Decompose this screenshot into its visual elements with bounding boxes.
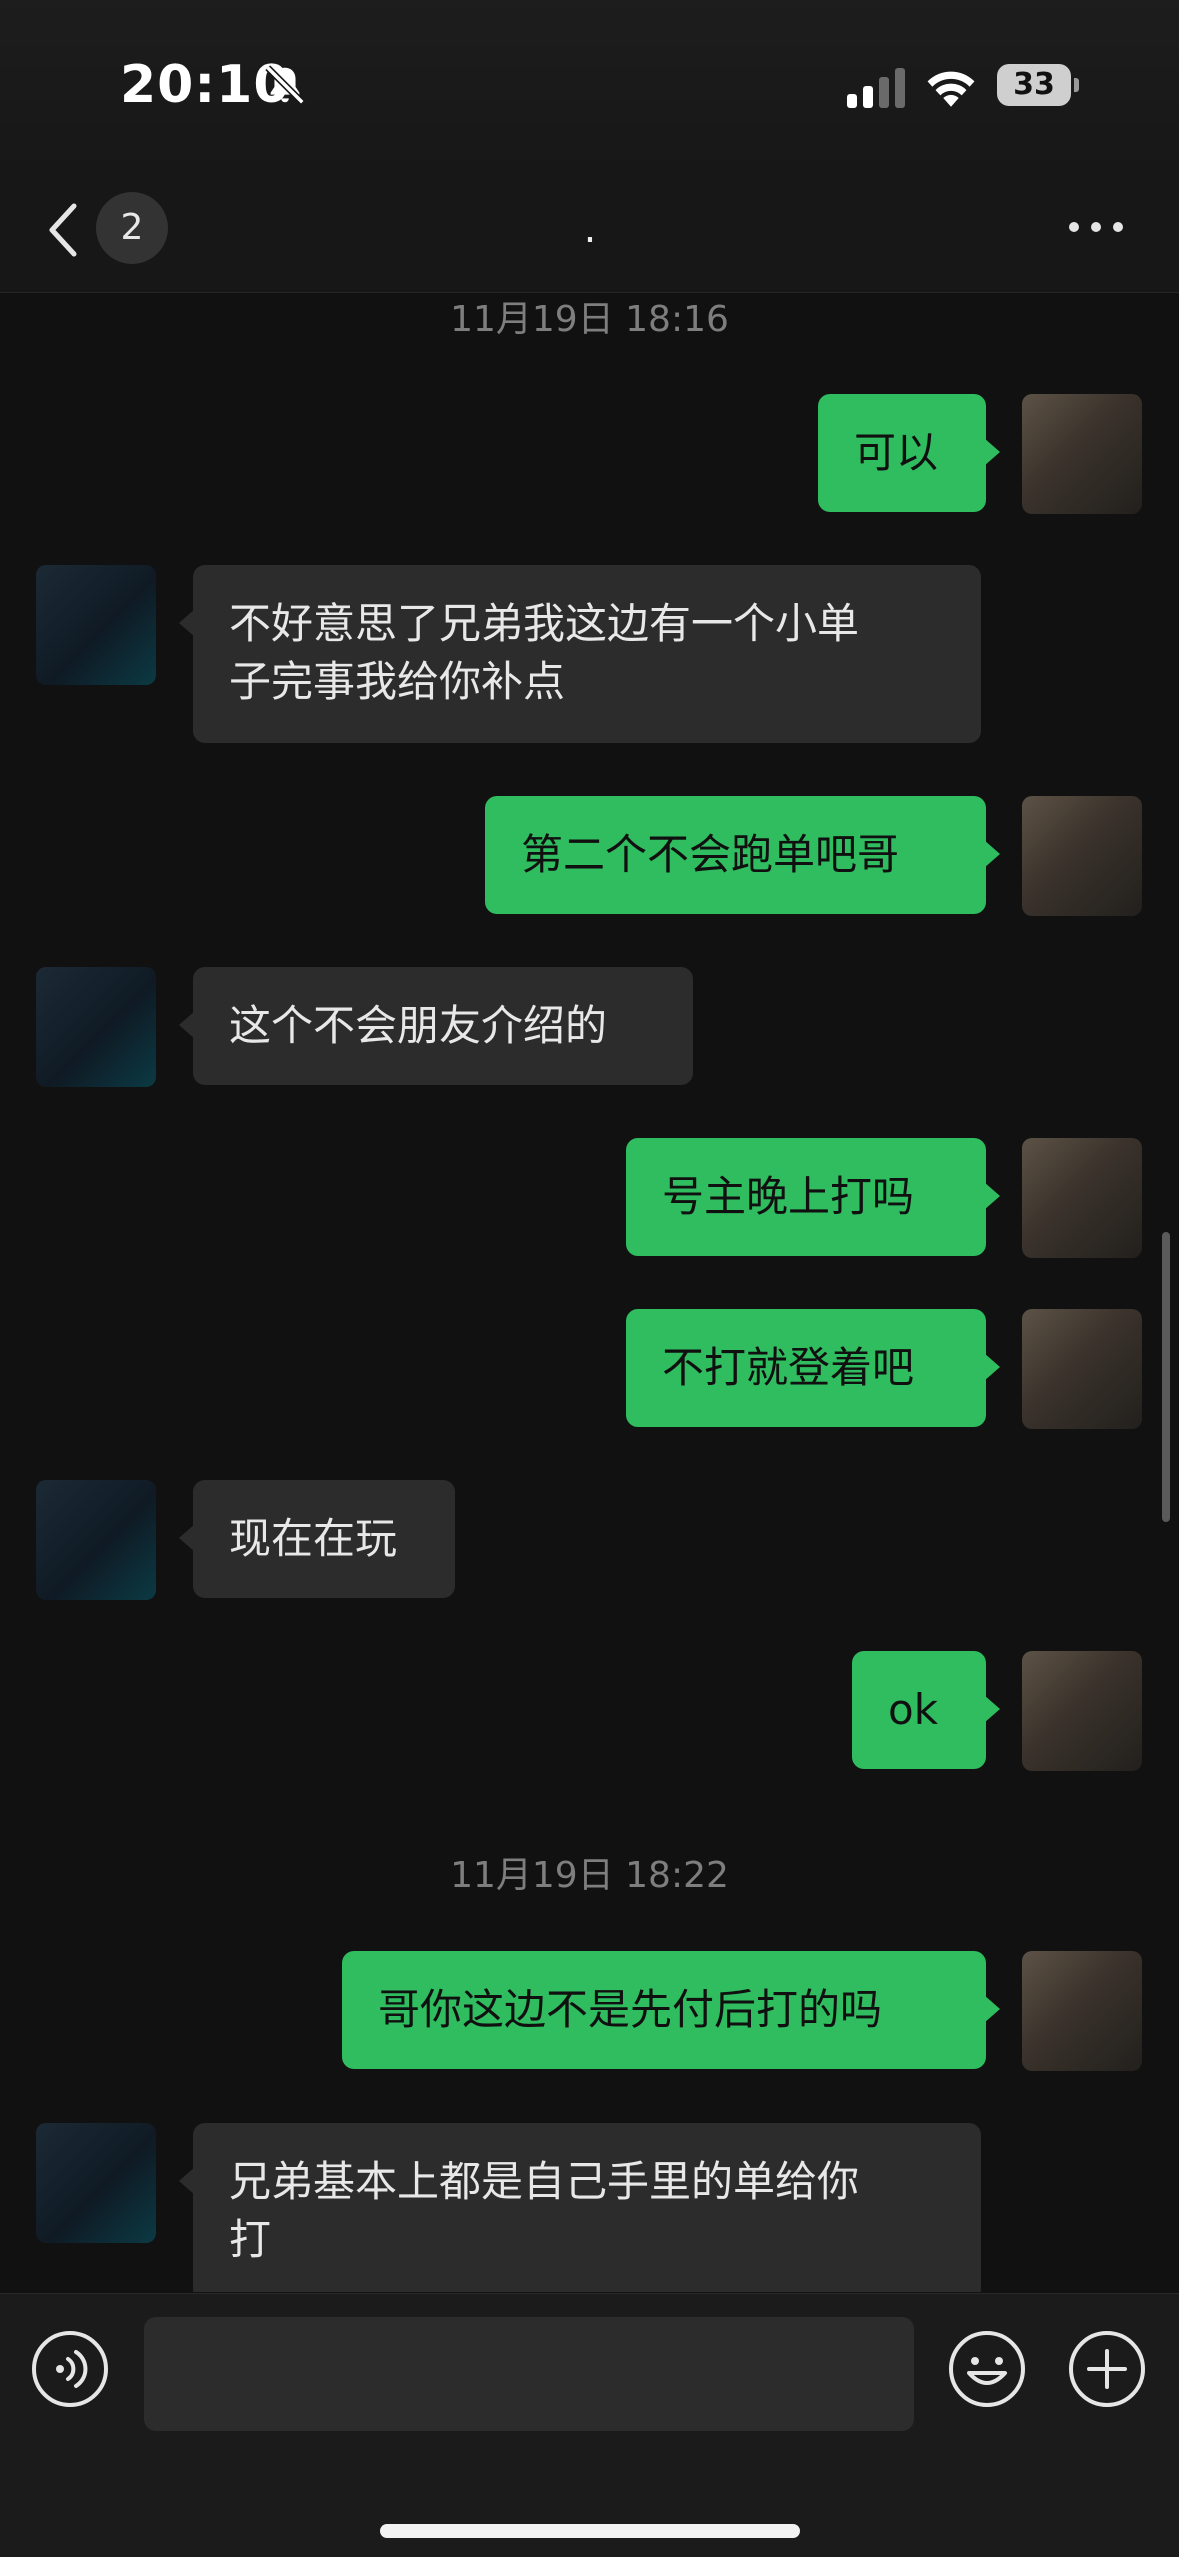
message-text: 哥你这边不是先付后打的吗 <box>378 1985 883 2034</box>
message-bubble-received[interactable]: 不好意思了兄弟我这边有一个小单 子完事我给你补点 <box>179 565 981 743</box>
message-bubble-sent[interactable]: 可以 <box>818 394 1000 512</box>
more-options-icon[interactable] <box>1066 214 1126 240</box>
message-text: 现在在玩 <box>229 1514 398 1563</box>
plus-icon[interactable] <box>1067 2329 1147 2409</box>
avatar-self[interactable] <box>1022 1138 1142 1258</box>
avatar-contact[interactable] <box>36 2123 156 2243</box>
timestamp: 11月19日 18:22 <box>450 1855 729 1896</box>
status-bar: 20:10 33 <box>0 0 1179 170</box>
message-bubble-sent[interactable]: ok <box>852 1651 1000 1769</box>
message-text: 第二个不会跑单吧哥 <box>521 830 900 879</box>
message-text: ok <box>888 1685 939 1734</box>
message-text: 不好意思了兄弟我这边有一个小单 <box>229 599 860 648</box>
message-text: 子完事我给你补点 <box>229 657 566 706</box>
home-indicator[interactable] <box>380 2524 800 2538</box>
battery-indicator: 33 <box>997 64 1079 108</box>
avatar-contact[interactable] <box>36 1480 156 1600</box>
chat-title: . <box>583 206 597 252</box>
avatar-contact[interactable] <box>36 565 156 685</box>
message-bubble-sent[interactable]: 号主晚上打吗 <box>626 1138 1000 1256</box>
back-chevron-icon[interactable] <box>40 200 90 260</box>
timestamp: 11月19日 18:16 <box>450 299 729 340</box>
voice-icon[interactable] <box>30 2329 110 2409</box>
message-text: 号主晚上打吗 <box>662 1172 915 1221</box>
input-bar <box>0 2293 1179 2557</box>
chat-header: 2 . <box>0 170 1179 293</box>
avatar-self[interactable] <box>1022 394 1142 514</box>
battery-level: 33 <box>1013 67 1055 102</box>
avatar-contact[interactable] <box>36 967 156 1087</box>
message-bubble-sent[interactable]: 哥你这边不是先付后打的吗 <box>342 1951 1000 2069</box>
message-bubble-received[interactable]: 现在在玩 <box>179 1480 455 1598</box>
unread-count-badge[interactable]: 2 <box>96 192 168 264</box>
message-text: 打 <box>229 2215 272 2264</box>
avatar-self[interactable] <box>1022 1309 1142 1429</box>
message-bubble-sent[interactable]: 第二个不会跑单吧哥 <box>485 796 1000 914</box>
cellular-signal-icon <box>847 68 905 108</box>
message-text: 兄弟基本上都是自己手里的单给你 <box>229 2157 860 2206</box>
scrollbar[interactable] <box>1162 1232 1170 1522</box>
message-text: 这个不会朋友介绍的 <box>229 1001 608 1050</box>
avatar-self[interactable] <box>1022 796 1142 916</box>
wifi-icon <box>927 71 975 107</box>
avatar-self[interactable] <box>1022 1951 1142 2071</box>
message-bubble-received[interactable]: 兄弟基本上都是自己手里的单给你 打 <box>179 2123 981 2292</box>
avatar-self[interactable] <box>1022 1651 1142 1771</box>
message-bubble-received[interactable]: 这个不会朋友介绍的 <box>179 967 693 1085</box>
message-text: 可以 <box>854 428 939 477</box>
bell-muted-icon <box>265 65 305 105</box>
message-list[interactable]: 11月19日 18:16 可以 不好意思了兄弟我这边有一个小单 子完事我给你补点… <box>0 293 1179 2292</box>
message-input[interactable] <box>144 2317 914 2431</box>
message-bubble-sent[interactable]: 不打就登着吧 <box>626 1309 1000 1427</box>
emoji-icon[interactable] <box>947 2329 1027 2409</box>
message-text: 不打就登着吧 <box>662 1343 915 1392</box>
